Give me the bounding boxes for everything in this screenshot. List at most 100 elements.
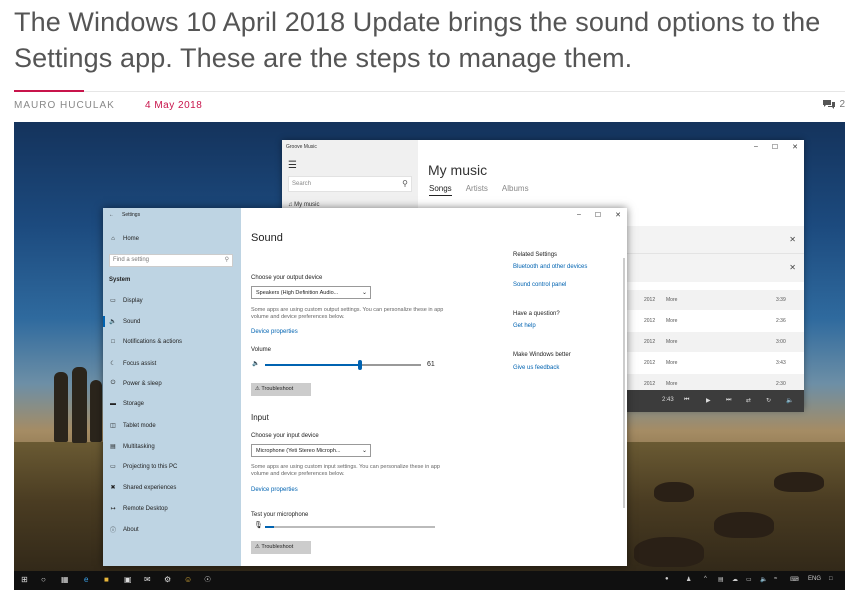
get-help-link[interactable]: Get help [513, 323, 536, 329]
close-icon[interactable]: ✕ [792, 143, 798, 151]
tab-albums[interactable]: Albums [502, 184, 529, 196]
groove-banner: ✕ [624, 254, 804, 282]
search-icon[interactable]: ⚲ [402, 179, 408, 188]
song-more[interactable]: More [666, 339, 677, 345]
cloud-icon[interactable]: ☁ [732, 576, 738, 583]
mail-icon[interactable]: ✉ [144, 575, 151, 585]
close-icon[interactable]: ✕ [615, 211, 621, 219]
groove-search-input[interactable]: Search ⚲ [288, 176, 412, 192]
groove-player-bar: 2:43 ⏮ ▶ ⏭ ⇄ ↻ 🔈 [626, 390, 804, 412]
maximize-icon[interactable]: ☐ [772, 143, 778, 151]
repeat-icon[interactable]: ↻ [766, 397, 771, 404]
sidebar-item-sound[interactable]: 🔈 Sound [102, 316, 141, 327]
shuffle-icon[interactable]: ⇄ [746, 397, 751, 404]
sidebar-item-shared[interactable]: ✖ Shared experiences [109, 484, 176, 492]
groove-icon[interactable]: ☉ [204, 575, 211, 585]
sidebar-item-focus-assist[interactable]: ☾ Focus assist [109, 360, 156, 368]
network-icon[interactable]: ▤ [718, 576, 724, 583]
task-view-icon[interactable]: ▦ [61, 575, 69, 585]
sidebar-item-tablet[interactable]: ◫ Tablet mode [109, 422, 156, 430]
action-center-icon[interactable]: □ [829, 576, 833, 582]
minimize-icon[interactable]: – [754, 143, 758, 151]
sidebar-item-remote-desktop[interactable]: ↦ Remote Desktop [109, 505, 167, 513]
settings-sidebar: ← Settings ⌂ Home Find a setting ⚲ System ▭… [102, 208, 241, 566]
chevron-up-icon[interactable]: ^ [704, 576, 707, 582]
find-setting-input[interactable]: Find a setting ⚲ [109, 254, 233, 267]
comments-link[interactable]: 2 [822, 99, 845, 110]
chevron-down-icon: ⌄ [361, 290, 367, 296]
volume-icon[interactable]: 🔈 [786, 397, 793, 404]
comment-count: 2 [839, 99, 845, 110]
people-icon[interactable]: ♟ [686, 576, 691, 583]
minimize-icon[interactable]: – [577, 211, 581, 219]
sidebar-item-about[interactable]: ⓘ About [109, 525, 139, 535]
song-more[interactable]: More [666, 297, 677, 303]
battery-icon[interactable]: ▭ [746, 576, 752, 583]
next-icon[interactable]: ⏭ [726, 397, 731, 404]
feedback-link[interactable]: Give us feedback [513, 365, 559, 371]
song-row[interactable]: 2012 More 2:36 [624, 311, 804, 331]
moai-statue [54, 372, 68, 442]
speaker-icon: 🔈 [252, 361, 260, 367]
author-link[interactable]: MAURO HUCULAK [14, 100, 115, 111]
input-heading: Input [251, 413, 269, 422]
hamburger-icon[interactable]: ☰ [288, 160, 297, 171]
remote-icon: ↦ [110, 506, 116, 512]
dropdown-value: Microphone (Yeti Stereo Microph... [256, 448, 341, 454]
file-explorer-icon[interactable]: ■ [104, 575, 109, 585]
output-device-properties-link[interactable]: Device properties [251, 329, 298, 335]
bluetooth-devices-link[interactable]: Bluetooth and other devices [513, 264, 587, 270]
sound-control-panel-link[interactable]: Sound control panel [513, 282, 566, 288]
sidebar-item-multitasking[interactable]: ▤ Multitasking [109, 443, 155, 451]
close-icon[interactable]: ✕ [789, 235, 796, 244]
song-row[interactable]: 2012 More 3:43 [624, 353, 804, 373]
input-troubleshoot-button[interactable]: ⚠ Troubleshoot [251, 541, 311, 554]
avatar[interactable]: ● [665, 576, 669, 582]
play-icon[interactable]: ▶ [706, 397, 711, 404]
output-device-dropdown[interactable]: Speakers (High Definition Audio... ⌄ [251, 286, 371, 299]
output-troubleshoot-button[interactable]: ⚠ Troubleshoot [251, 383, 311, 396]
sidebar-item-power[interactable]: ⏻ Power & sleep [109, 380, 162, 387]
storage-icon: ▬ [110, 401, 116, 407]
sidebar-item-storage[interactable]: ▬ Storage [109, 401, 144, 407]
article-meta: MAURO HUCULAK 4 May 2018 2 [14, 90, 845, 113]
cortana-icon[interactable]: ○ [41, 575, 46, 585]
keyboard-icon[interactable]: ⌨ [790, 576, 799, 583]
tab-artists[interactable]: Artists [466, 184, 488, 196]
emoji-icon[interactable]: ☺ [184, 575, 192, 585]
edge-icon[interactable]: e [84, 575, 88, 585]
volume-slider[interactable] [265, 360, 421, 370]
language-indicator[interactable]: ENG [808, 576, 821, 582]
input-note: Some apps are using custom input setting… [251, 464, 440, 477]
tab-songs[interactable]: Songs [429, 184, 452, 196]
song-row[interactable]: 2012 More 3:39 [624, 290, 804, 310]
sidebar-item-projecting[interactable]: ▭ Projecting to this PC [109, 463, 177, 471]
previous-icon[interactable]: ⏮ [684, 397, 689, 404]
sidebar-item-label: Multitasking [123, 443, 155, 450]
sidebar-item-label: Sound [123, 318, 141, 325]
settings-window: ← Settings ⌂ Home Find a setting ⚲ System ▭… [102, 208, 627, 566]
volume-thumb[interactable] [358, 360, 363, 370]
rock [654, 482, 694, 502]
volume-icon[interactable]: 🔈 [760, 576, 767, 583]
settings-gear-icon[interactable]: ⚙ [164, 575, 171, 585]
input-device-dropdown[interactable]: Microphone (Yeti Stereo Microph... ⌄ [251, 444, 371, 457]
sidebar-item-display[interactable]: ▭ Display [109, 297, 143, 305]
store-icon[interactable]: ▣ [124, 575, 132, 585]
sidebar-item-notifications[interactable]: □ Notifications & actions [109, 339, 182, 345]
song-row[interactable]: 2012 More 3:00 [624, 332, 804, 352]
back-arrow-icon[interactable]: ← [109, 212, 114, 218]
sidebar-item-label: Power & sleep [123, 380, 162, 387]
input-device-properties-link[interactable]: Device properties [251, 487, 298, 493]
wifi-icon[interactable]: ≈ [774, 576, 777, 582]
song-more[interactable]: More [666, 381, 677, 387]
scrollbar[interactable] [623, 258, 625, 508]
button-label: Troubleshoot [261, 544, 294, 550]
song-more[interactable]: More [666, 360, 677, 366]
song-more[interactable]: More [666, 318, 677, 324]
player-time: 2:43 [662, 397, 674, 403]
start-icon[interactable]: ⊞ [21, 575, 28, 585]
maximize-icon[interactable]: ☐ [595, 211, 601, 219]
close-icon[interactable]: ✕ [789, 263, 796, 272]
sidebar-item-home[interactable]: ⌂ Home [109, 236, 139, 242]
